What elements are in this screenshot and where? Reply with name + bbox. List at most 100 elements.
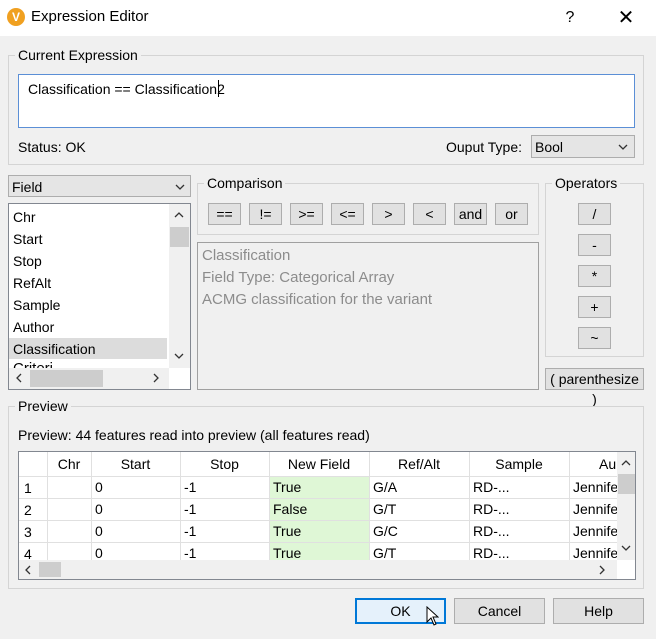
operators-label: Operators: [552, 175, 621, 191]
output-type-value: Bool: [535, 139, 564, 155]
subtract-button[interactable]: -: [578, 234, 611, 256]
table-cell: G/A: [373, 479, 398, 495]
or-button[interactable]: or: [495, 203, 528, 225]
preview-label: Preview: [15, 398, 71, 414]
divide-button[interactable]: /: [578, 203, 611, 225]
chevron-up-icon[interactable]: [174, 210, 184, 220]
table-cell: -1: [184, 479, 197, 495]
window-title: Expression Editor: [31, 8, 149, 25]
grid-line: [47, 452, 48, 562]
table-cell: RD-...: [473, 523, 510, 539]
column-header[interactable]: Stop: [180, 456, 269, 472]
table-cell: -1: [184, 523, 197, 539]
status-text: Status: OK: [18, 139, 86, 155]
chevron-left-icon[interactable]: [23, 565, 33, 575]
list-item[interactable]: Author: [13, 319, 54, 335]
chevron-right-icon[interactable]: [151, 373, 161, 383]
table-cell: -1: [184, 545, 197, 561]
table-cell: 0: [95, 501, 103, 517]
table-cell: Jennife: [573, 545, 617, 561]
table-cell: G/C: [373, 523, 398, 539]
table-cell: RD-...: [473, 479, 510, 495]
output-type-select[interactable]: Bool: [531, 135, 635, 158]
grid-line: [569, 452, 570, 562]
output-type-label: Ouput Type:: [446, 139, 523, 155]
less-equal-button[interactable]: <=: [331, 203, 364, 225]
chevron-down-icon[interactable]: [174, 351, 184, 361]
table-cell: RD-...: [473, 545, 510, 561]
table-cell: 0: [95, 479, 103, 495]
info-field-description: ACMG classification for the variant: [202, 291, 433, 308]
column-header[interactable]: Sample: [469, 456, 569, 472]
cancel-button[interactable]: Cancel: [454, 598, 545, 624]
list-item[interactable]: Criteri...: [13, 361, 66, 368]
field-list-hscroll-thumb[interactable]: [30, 370, 103, 387]
column-header[interactable]: Ref/Alt: [369, 456, 469, 472]
chevron-down-icon[interactable]: [621, 543, 631, 553]
chevron-left-icon[interactable]: [14, 373, 24, 383]
table-hscroll-thumb[interactable]: [39, 562, 61, 577]
chevron-down-icon: [618, 144, 628, 150]
list-item[interactable]: Classification: [13, 341, 95, 357]
app-logo-icon: V: [7, 8, 25, 26]
less-button[interactable]: <: [413, 203, 446, 225]
tilde-button[interactable]: ~: [578, 327, 611, 349]
table-cell: 0: [95, 523, 103, 539]
list-item[interactable]: Sample: [13, 297, 60, 313]
info-field-name: Classification: [202, 247, 291, 264]
grid-line: [469, 452, 470, 562]
table-cell: G/T: [373, 545, 397, 561]
column-header[interactable]: Start: [91, 456, 180, 472]
table-cell: 0: [95, 545, 103, 561]
table-vscroll-thumb[interactable]: [618, 474, 635, 494]
column-header[interactable]: Au: [569, 456, 617, 472]
grid-line: [91, 452, 92, 562]
greater-button[interactable]: >: [372, 203, 405, 225]
help-title-button[interactable]: ?: [558, 5, 582, 31]
list-item[interactable]: RefAlt: [13, 275, 51, 291]
expression-text: Classification == Classification2: [28, 81, 225, 97]
chevron-down-icon: [175, 184, 185, 190]
row-number: 3: [24, 524, 32, 540]
comparison-label: Comparison: [204, 175, 286, 191]
preview-summary: Preview: 44 features read into preview (…: [18, 427, 370, 443]
field-type-value: Field: [12, 179, 43, 195]
grid-line: [180, 452, 181, 562]
list-item[interactable]: Stop: [13, 253, 42, 269]
table-cell: Jennife: [573, 501, 617, 517]
field-type-select[interactable]: Field: [8, 175, 191, 197]
chevron-right-icon[interactable]: [597, 565, 607, 575]
list-item[interactable]: Chr: [13, 209, 36, 225]
parenthesize-button[interactable]: ( parenthesize ): [545, 368, 644, 407]
multiply-button[interactable]: *: [578, 265, 611, 287]
mouse-cursor-icon: [426, 606, 439, 626]
and-button[interactable]: and: [454, 203, 487, 225]
row-number: 1: [24, 480, 32, 496]
greater-equal-button[interactable]: >=: [290, 203, 323, 225]
current-expression-label: Current Expression: [15, 47, 141, 63]
field-info-panel: Classification Field Type: Categorical A…: [197, 242, 539, 390]
table-hscroll[interactable]: [19, 560, 617, 579]
help-button[interactable]: Help: [553, 598, 644, 624]
list-item[interactable]: Start: [13, 231, 43, 247]
table-cell: RD-...: [473, 501, 510, 517]
table-cell: True: [270, 521, 369, 542]
column-header[interactable]: New Field: [269, 456, 369, 472]
table-cell: Jennife: [573, 523, 617, 539]
table-cell: -1: [184, 501, 197, 517]
close-window-button[interactable]: ✕: [612, 4, 640, 32]
preview-table[interactable]: Chr Start Stop New Field Ref/Alt Sample …: [18, 451, 636, 580]
table-cell: Jennife: [573, 479, 617, 495]
field-list-vscroll-thumb[interactable]: [170, 227, 189, 247]
chevron-up-icon[interactable]: [621, 458, 631, 468]
table-cell: False: [270, 499, 369, 520]
column-header[interactable]: Chr: [47, 456, 91, 472]
info-field-type: Field Type: Categorical Array: [202, 269, 395, 286]
not-equals-button[interactable]: !=: [249, 203, 282, 225]
table-cell: True: [270, 477, 369, 498]
equals-button[interactable]: ==: [208, 203, 241, 225]
table-cell: G/T: [373, 501, 397, 517]
grid-line: [369, 452, 370, 562]
row-number: 2: [24, 502, 32, 518]
add-button[interactable]: +: [578, 296, 611, 318]
